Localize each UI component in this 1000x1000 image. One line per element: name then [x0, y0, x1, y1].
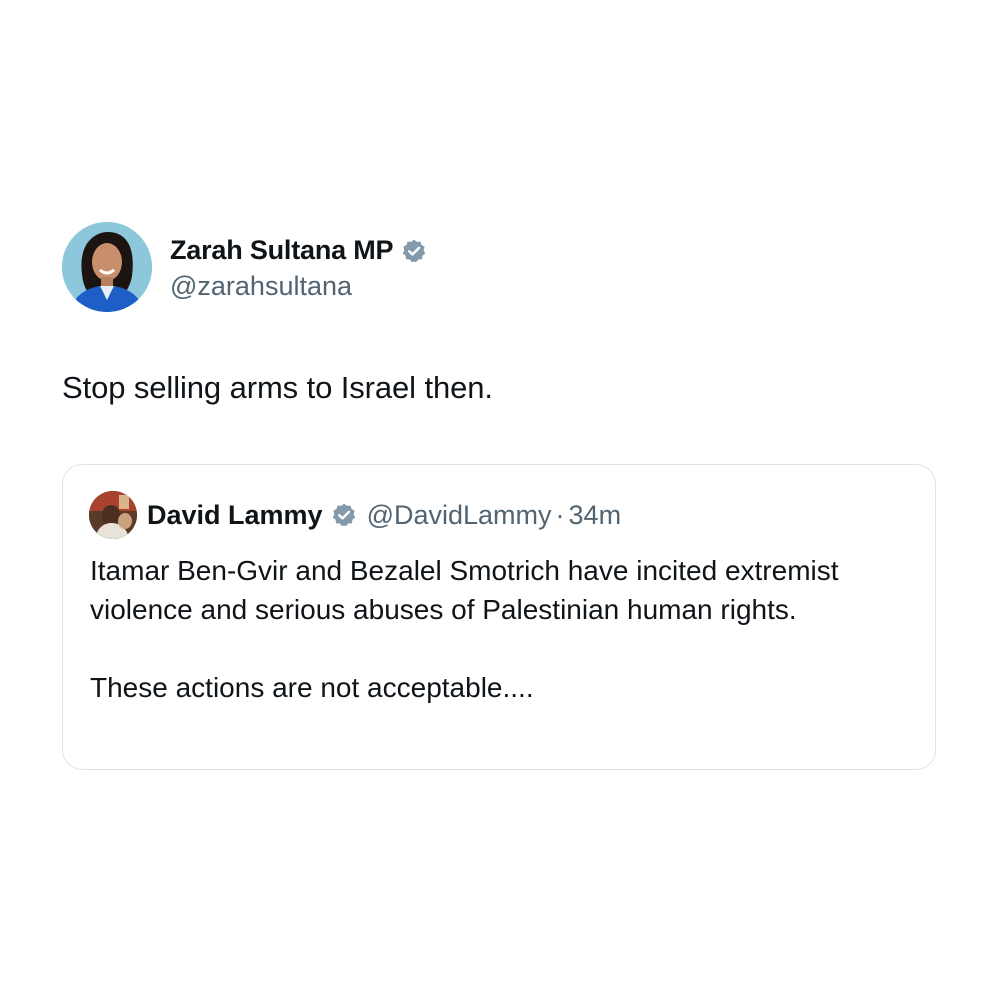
quoted-tweet-text: Itamar Ben-Gvir and Bezalel Smotrich hav…	[90, 551, 910, 707]
verified-badge-icon	[332, 503, 355, 527]
quoted-paragraph: Itamar Ben-Gvir and Bezalel Smotrich hav…	[90, 555, 839, 625]
author-text: Zarah Sultana MP @zarahsultana	[170, 233, 427, 302]
quoted-display-name[interactable]: David Lammy	[147, 500, 323, 531]
tweet-text: Stop selling arms to Israel then.	[62, 370, 493, 405]
handle[interactable]: @zarahsultana	[170, 271, 427, 302]
tweet: Zarah Sultana MP @zarahsultana Stop sell…	[62, 222, 938, 408]
display-name[interactable]: Zarah Sultana MP	[170, 235, 394, 266]
verified-badge-icon	[403, 239, 426, 262]
separator-dot: ·	[555, 499, 565, 530]
quoted-handle[interactable]: @DavidLammy	[367, 500, 552, 531]
avatar[interactable]	[62, 222, 152, 312]
quoted-tweet-header: David Lammy @DavidLammy · 34m	[89, 491, 621, 539]
quoted-avatar-image	[89, 491, 137, 539]
quoted-timestamp[interactable]: 34m	[569, 500, 622, 531]
quoted-paragraph: These actions are not acceptable....	[90, 672, 534, 703]
tweet-author-row: Zarah Sultana MP @zarahsultana	[62, 222, 938, 312]
name-line: Zarah Sultana MP	[170, 233, 427, 269]
quoted-tweet-card[interactable]: David Lammy @DavidLammy · 34m Itamar Ben…	[62, 464, 936, 770]
quoted-avatar	[89, 491, 137, 539]
avatar-image	[62, 222, 152, 312]
